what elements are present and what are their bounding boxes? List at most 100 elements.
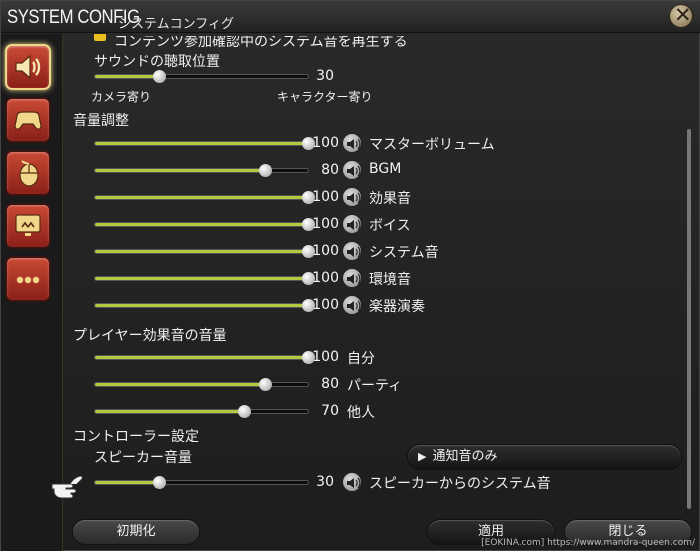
- more-icon: [16, 276, 40, 284]
- slider-fill: [95, 223, 308, 226]
- checkbox[interactable]: [94, 34, 106, 41]
- volume-label: 環境音: [369, 272, 411, 288]
- volume-label: BGM: [369, 161, 402, 177]
- controller-section-heading: コントローラー設定: [73, 429, 199, 445]
- volume-value: 100: [312, 270, 339, 286]
- player-effects-heading: プレイヤー効果音の音量: [73, 328, 227, 344]
- scrollbar-track[interactable]: [687, 129, 691, 509]
- slider-knob[interactable]: [152, 70, 166, 83]
- speaker-mute-toggle[interactable]: [342, 472, 362, 492]
- slider-fill: [95, 277, 308, 280]
- slider-fill: [95, 410, 245, 413]
- slider-fill: [95, 304, 308, 307]
- listening-position-label: サウンドの聴取位置: [94, 54, 220, 70]
- speaker-mute-toggle[interactable]: [342, 214, 362, 234]
- window-subtitle: システムコンフィグ: [118, 17, 234, 32]
- player-effect-slider[interactable]: [94, 405, 309, 418]
- volume-label: 効果音: [369, 191, 411, 207]
- volume-label: 楽器演奏: [369, 299, 425, 315]
- volume-slider[interactable]: [94, 164, 309, 177]
- slider-knob[interactable]: [259, 378, 273, 391]
- speaker-icon: [347, 138, 361, 150]
- speaker-mute-toggle[interactable]: [342, 241, 362, 261]
- gamepad-icon: [14, 111, 42, 130]
- speaker-mute-toggle[interactable]: [342, 160, 362, 180]
- mouse-icon: [19, 160, 39, 187]
- speaker-volume-slider[interactable]: [94, 476, 309, 489]
- close-icon: ✕: [674, 3, 692, 27]
- volume-value: 100: [312, 297, 339, 313]
- slider-fill: [95, 196, 308, 199]
- player-effect-label: 自分: [347, 351, 375, 367]
- speaker-mute-toggle[interactable]: [342, 295, 362, 315]
- close-window-button[interactable]: ✕: [669, 3, 693, 28]
- speaker-icon: [15, 54, 41, 80]
- volume-slider[interactable]: [94, 272, 315, 285]
- speaker-icon: [347, 300, 361, 312]
- play-triangle-icon: ▶: [418, 450, 427, 463]
- slider-fill: [95, 383, 266, 386]
- watermark: [EOKINA.com] https://www.mandra-queen.co…: [481, 538, 695, 548]
- slider-fill: [95, 142, 308, 145]
- player-effect-value: 70: [321, 403, 339, 419]
- speaker-mute-toggle[interactable]: [342, 133, 362, 153]
- volume-value: 100: [312, 135, 339, 151]
- notify-sound-only-label: 通知音のみ: [432, 449, 498, 464]
- speaker-volume-label: スピーカー音量: [94, 450, 192, 466]
- reset-button[interactable]: 初期化: [72, 519, 200, 545]
- player-effect-slider[interactable]: [94, 351, 315, 364]
- speaker-icon: [347, 273, 361, 285]
- system-config-window: SYSTEM CONFIG システムコンフィグ ✕ コンテンツ参加確認中のシステ…: [0, 0, 700, 551]
- camera-side-label: カメラ寄り: [91, 90, 152, 104]
- player-effect-label: パーティ: [347, 378, 403, 394]
- sidebar-item-sound[interactable]: [5, 44, 51, 90]
- slider-fill: [95, 481, 159, 484]
- slider-knob[interactable]: [152, 476, 166, 489]
- volume-label: マスターボリューム: [369, 137, 495, 153]
- player-effect-value: 80: [321, 376, 339, 392]
- monitor-icon: [15, 214, 41, 236]
- hand-pointer-icon: [51, 475, 83, 499]
- volume-value: 100: [312, 243, 339, 259]
- character-side-label: キャラクター寄り: [277, 90, 373, 104]
- sidebar-item-controller[interactable]: [5, 97, 51, 143]
- speaker-mute-toggle[interactable]: [342, 268, 362, 288]
- slider-fill: [95, 356, 308, 359]
- sidebar-item-display[interactable]: [5, 203, 51, 249]
- volume-slider[interactable]: [94, 191, 315, 204]
- listening-position-slider[interactable]: [94, 70, 309, 83]
- contents-check-sound-option: コンテンツ参加確認中のシステム音を再生する: [114, 34, 408, 50]
- slider-knob[interactable]: [238, 405, 252, 418]
- sidebar-item-mouse[interactable]: [5, 150, 51, 196]
- listening-position-value: 30: [316, 68, 334, 84]
- sidebar-item-other[interactable]: [5, 256, 51, 302]
- notify-sound-only-button[interactable]: ▶ 通知音のみ: [407, 444, 682, 470]
- speaker-icon: [347, 477, 361, 489]
- speaker-icon: [347, 246, 361, 258]
- volume-value: 100: [312, 216, 339, 232]
- volume-slider[interactable]: [94, 137, 315, 150]
- scrollbar-thumb[interactable]: [687, 129, 691, 509]
- player-effect-value: 100: [312, 349, 339, 365]
- slider-fill: [95, 169, 266, 172]
- volume-section-heading: 音量調整: [73, 113, 129, 129]
- title-bar: SYSTEM CONFIG システムコンフィグ ✕: [1, 1, 700, 33]
- speaker-icon: [347, 219, 361, 231]
- slider-fill: [95, 75, 159, 78]
- slider-knob[interactable]: [259, 164, 273, 177]
- speaker-volume-value: 30: [316, 474, 334, 490]
- volume-slider[interactable]: [94, 245, 315, 258]
- volume-value: 100: [312, 189, 339, 205]
- speaker-icon: [347, 192, 361, 204]
- slider-fill: [95, 250, 308, 253]
- speaker-system-sound-label: スピーカーからのシステム音: [369, 476, 551, 492]
- player-effect-slider[interactable]: [94, 378, 309, 391]
- speaker-mute-toggle[interactable]: [342, 187, 362, 207]
- player-effect-label: 他人: [347, 405, 375, 421]
- volume-label: ボイス: [369, 218, 411, 234]
- speaker-icon: [347, 165, 361, 177]
- volume-slider[interactable]: [94, 218, 315, 231]
- volume-slider[interactable]: [94, 299, 315, 312]
- volume-label: システム音: [369, 245, 439, 261]
- volume-value: 80: [321, 162, 339, 178]
